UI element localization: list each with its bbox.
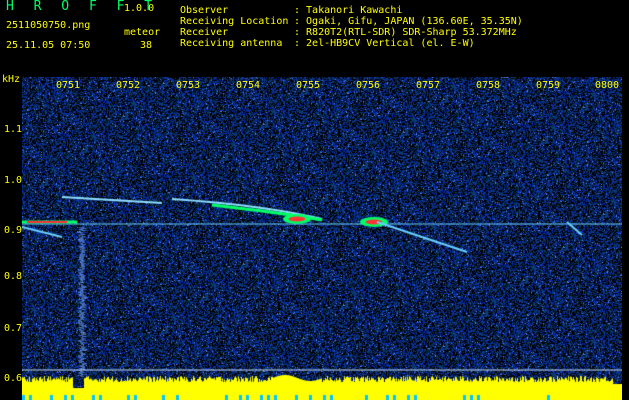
- info-label: Receiving antenna: [180, 38, 283, 49]
- spectrogram-plot: [22, 77, 622, 400]
- info-value: : Takanori Kawachi: [294, 5, 403, 16]
- y-tick-label: 0.7: [4, 323, 23, 334]
- info-row-receiver: Receiver : R820T2(RTL-SDR) SDR-Sharp 53.…: [180, 27, 523, 38]
- meteor-count: 38: [140, 40, 153, 51]
- x-tick-label: 0755: [295, 80, 321, 91]
- spectrogram-canvas: [22, 77, 622, 400]
- x-tick-label: 0757: [415, 80, 441, 91]
- file-name: 2511050750.png: [6, 20, 91, 31]
- y-tick-label: 0.9: [4, 225, 23, 236]
- info-label: Observer: [180, 5, 229, 16]
- y-tick-label: 0.6: [4, 373, 23, 384]
- y-tick-label: 1.0: [4, 175, 23, 186]
- app-version: 1.0.0: [124, 3, 155, 14]
- info-row-observer: Observer : Takanori Kawachi: [180, 5, 523, 16]
- y-tick-label: 0.8: [4, 271, 23, 282]
- date-time: 25.11.05 07:50: [6, 40, 91, 51]
- info-value: : Ogaki, Gifu, JAPAN (136.60E, 35.35N): [294, 16, 523, 27]
- info-row-location: Receiving Location : Ogaki, Gifu, JAPAN …: [180, 16, 523, 27]
- meteor-label: meteor: [124, 27, 161, 38]
- x-tick-label: 0756: [355, 80, 381, 91]
- x-tick-label: 0751: [55, 80, 81, 91]
- x-tick-label: 0800: [594, 80, 620, 91]
- x-tick-label: 0759: [535, 80, 561, 91]
- y-tick-label: 1.1: [4, 124, 23, 135]
- info-label: Receiver: [180, 27, 229, 38]
- info-value: : 2el-HB9CV Vertical (el. E-W): [294, 38, 475, 49]
- x-tick-label: 0753: [175, 80, 201, 91]
- info-value: : R820T2(RTL-SDR) SDR-Sharp 53.372MHz: [294, 27, 517, 38]
- x-tick-label: 0752: [115, 80, 141, 91]
- spectrogram-window: H R O F F T 1.0.0 2511050750.png 25.11.0…: [0, 0, 629, 400]
- y-axis-unit: kHz: [2, 74, 21, 85]
- station-info: Observer : Takanori Kawachi Receiving Lo…: [180, 5, 523, 49]
- x-tick-label: 0758: [475, 80, 501, 91]
- info-label: Receiving Location: [180, 16, 289, 27]
- info-row-antenna: Receiving antenna : 2el-HB9CV Vertical (…: [180, 38, 523, 49]
- x-tick-label: 0754: [235, 80, 261, 91]
